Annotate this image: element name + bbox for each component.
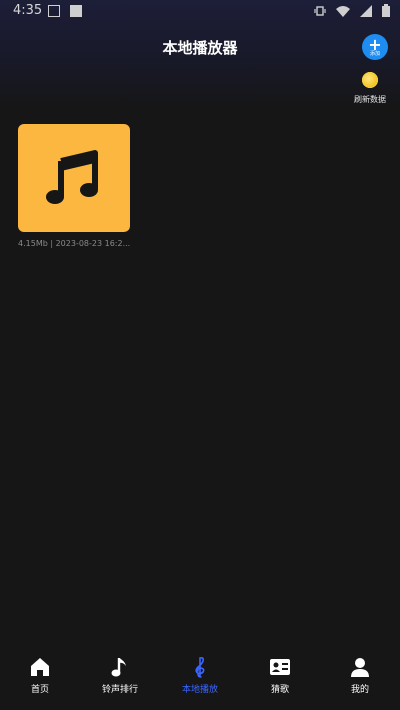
coin-icon: [362, 72, 378, 88]
plus-icon: +: [368, 34, 382, 54]
tab-guess-song[interactable]: 猜歌: [245, 656, 315, 695]
tab-guess-song-label: 猜歌: [270, 685, 289, 695]
battery-icon: [382, 4, 390, 17]
add-button-label: 添加: [369, 50, 380, 57]
status-bar: 4:35: [0, 0, 400, 22]
tab-mine[interactable]: 我的: [325, 656, 395, 695]
user-icon: [351, 658, 369, 677]
signal-icon: [360, 4, 372, 17]
home-icon: [31, 658, 49, 676]
vibrate-icon: [314, 5, 326, 16]
file-meta: 4.15Mb | 2023-08-23 16:2...: [18, 239, 131, 248]
tab-home-label: 首页: [30, 685, 49, 695]
music-note-icon: [111, 658, 126, 677]
music-note-icon: [46, 150, 98, 204]
refresh-data-label: 刷新数据: [354, 95, 386, 104]
tab-ringtone-ranking[interactable]: 铃声排行: [85, 656, 155, 695]
add-button[interactable]: + 添加: [362, 34, 388, 60]
tab-local-play[interactable]: 本地播放: [165, 656, 235, 695]
app-notification-icon: [70, 5, 82, 17]
tab-ringtone-ranking-label: 铃声排行: [101, 685, 138, 695]
bottom-tab-bar: 首页 铃声排行 本地播放 猜歌 我的: [0, 648, 400, 710]
tab-local-play-label: 本地播放: [181, 685, 218, 695]
tab-mine-label: 我的: [350, 685, 369, 695]
status-time: 4:35: [13, 3, 43, 18]
id-card-icon: [270, 659, 290, 675]
refresh-data-button[interactable]: 刷新数据: [346, 72, 394, 105]
page-title: 本地播放器: [162, 39, 238, 57]
tab-home[interactable]: 首页: [5, 656, 75, 695]
treble-clef-icon: [195, 657, 205, 678]
audio-file-thumbnail[interactable]: [18, 124, 130, 232]
settings-notification-icon: [48, 5, 60, 17]
wifi-icon: [336, 5, 350, 17]
